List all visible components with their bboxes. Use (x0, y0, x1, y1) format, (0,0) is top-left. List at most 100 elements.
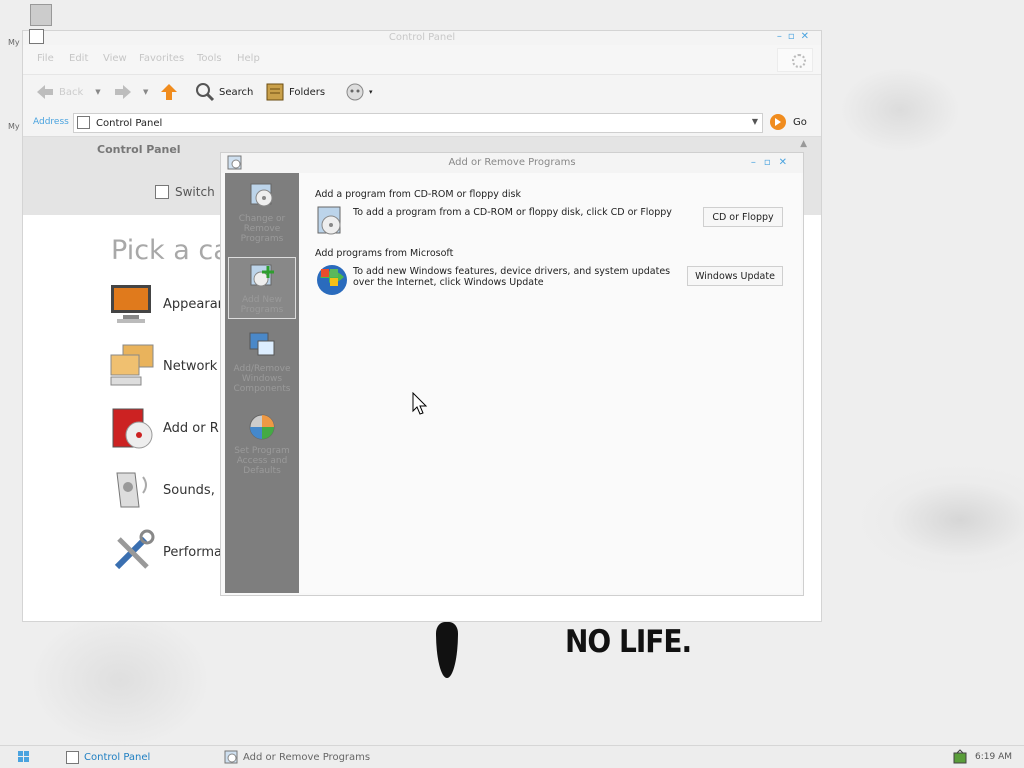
chevron-down-icon[interactable]: ▾ (369, 88, 373, 96)
menu-view[interactable]: View (103, 53, 127, 64)
minimize-button[interactable]: – (751, 157, 764, 168)
section-description: To add new Windows features, device driv… (353, 266, 671, 288)
add-remove-window: Add or Remove Programs –▫✕ Change or Rem… (220, 152, 804, 596)
views-button[interactable]: ▾ (345, 81, 373, 103)
recycle-icon[interactable] (30, 4, 52, 26)
category-heading: Pick a ca (111, 235, 230, 266)
monitor-icon (111, 285, 151, 323)
control-panel-icon[interactable] (29, 29, 44, 44)
go-label: Go (793, 116, 807, 128)
network-icon (110, 344, 154, 386)
title-bar[interactable]: Add or Remove Programs (221, 153, 803, 173)
forward-button[interactable]: ▼ (113, 81, 148, 103)
task-control-panel[interactable]: Control Panel (66, 749, 150, 765)
search-label: Search (219, 86, 254, 98)
task-label: Add or Remove Programs (243, 751, 371, 763)
tray-update-icon[interactable] (952, 749, 968, 765)
up-arrow-icon (161, 84, 177, 100)
close-button[interactable]: ✕ (779, 157, 795, 168)
menu-tools[interactable]: Tools (197, 53, 222, 64)
side-panel-title: Control Panel (97, 143, 181, 156)
mouse-cursor-icon (412, 392, 428, 415)
section-heading: Add programs from Microsoft (315, 248, 454, 259)
main-pane: Add a program from CD-ROM or floppy disk… (299, 173, 801, 593)
graffiti-text: NO LIFE. (565, 623, 692, 660)
address-value: Control Panel (96, 118, 163, 129)
sidebar-add-new[interactable]: Add New Programs (228, 257, 296, 319)
title-bar[interactable]: Control Panel (23, 31, 821, 45)
menu-favorites[interactable]: Favorites (139, 53, 184, 64)
windows-components-icon (249, 332, 275, 356)
category-sounds[interactable]: Sounds, (109, 467, 215, 513)
windows-logo-icon (777, 48, 813, 72)
window-title: Control Panel (388, 32, 456, 43)
back-button[interactable]: Back ▼ (35, 81, 101, 103)
chevron-down-icon[interactable]: ▼ (143, 88, 148, 96)
tools-icon (114, 529, 155, 570)
category-appearance[interactable]: Appearar (109, 281, 223, 327)
folders-icon (266, 83, 284, 101)
sidebar-label: Add New Programs (240, 295, 284, 315)
control-panel-icon (155, 185, 169, 199)
section-description: To add a program from a CD-ROM or floppy… (353, 207, 672, 218)
control-panel-icon (77, 116, 90, 129)
windows-update-icon (317, 265, 347, 295)
menu-help[interactable]: Help (237, 53, 260, 64)
category-performance[interactable]: Performa (109, 529, 222, 575)
menu-bar: File Edit View Favorites Tools Help (23, 45, 821, 75)
clock[interactable]: 6:19 AM (975, 752, 1012, 762)
start-button[interactable] (18, 751, 30, 763)
maximize-button[interactable]: ▫ (788, 31, 801, 42)
search-icon (196, 83, 215, 102)
section-heading: Add a program from CD-ROM or floppy disk (315, 189, 521, 200)
add-cd-icon (250, 264, 274, 287)
views-icon (346, 83, 364, 101)
category-label: Add or R (163, 420, 219, 436)
cd-or-floppy-button[interactable]: CD or Floppy (703, 207, 783, 227)
menu-edit[interactable]: Edit (69, 53, 88, 64)
category-add-remove[interactable]: Add or R (109, 405, 219, 451)
add-remove-icon[interactable] (227, 155, 242, 170)
desktop-icon-label[interactable]: My (8, 122, 20, 131)
control-panel-icon (66, 750, 79, 764)
up-button[interactable] (159, 81, 179, 103)
sidebar-program-access[interactable]: Set Program Access and Defaults (228, 409, 296, 479)
window-controls: –▫✕ (751, 153, 795, 173)
windows-update-button[interactable]: Windows Update (687, 266, 783, 286)
task-add-remove[interactable]: Add or Remove Programs (224, 749, 370, 765)
category-label: Sounds, (163, 482, 215, 498)
minimize-button[interactable]: – (777, 31, 788, 42)
close-button[interactable]: ✕ (801, 31, 815, 42)
search-button[interactable]: Search (195, 81, 253, 103)
category-network[interactable]: Network (109, 343, 217, 389)
speaker-icon (116, 472, 147, 508)
sidebar-change-remove[interactable]: Change or Remove Programs (228, 177, 296, 245)
folders-label: Folders (289, 86, 326, 98)
switch-view-link[interactable]: Switch (155, 185, 215, 199)
sidebar-label: Add/Remove Windows Components (233, 364, 291, 394)
category-label: Performa (163, 544, 222, 560)
back-arrow-icon (37, 85, 53, 99)
window-controls: –▫✕ (777, 31, 815, 42)
desktop-icon-label[interactable]: My (8, 38, 20, 47)
sidebar-windows-components[interactable]: Add/Remove Windows Components (228, 327, 296, 397)
address-bar: Address Control Panel ▼ Go (23, 109, 821, 137)
collapse-icon[interactable]: ▲ (800, 139, 807, 149)
task-sidebar: Change or Remove Programs Add New Progra… (225, 173, 299, 593)
toolbar: Back ▼ ▼ Search Folders ▾ (23, 75, 821, 109)
maximize-button[interactable]: ▫ (764, 157, 779, 168)
menu-file[interactable]: File (37, 53, 54, 64)
forward-arrow-icon (115, 85, 131, 99)
go-button[interactable]: Go (769, 113, 807, 131)
go-arrow-icon (770, 114, 786, 130)
cd-floppy-icon (317, 206, 341, 235)
program-access-icon (249, 414, 275, 440)
category-label: Network (163, 358, 218, 374)
chevron-down-icon[interactable]: ▼ (752, 117, 758, 126)
address-input[interactable]: Control Panel ▼ (73, 113, 763, 133)
switch-label: Switch (175, 185, 215, 199)
chevron-down-icon[interactable]: ▼ (95, 88, 100, 96)
cd-box-icon (250, 183, 273, 207)
ink-splash (436, 622, 458, 678)
folders-button[interactable]: Folders (265, 81, 325, 103)
